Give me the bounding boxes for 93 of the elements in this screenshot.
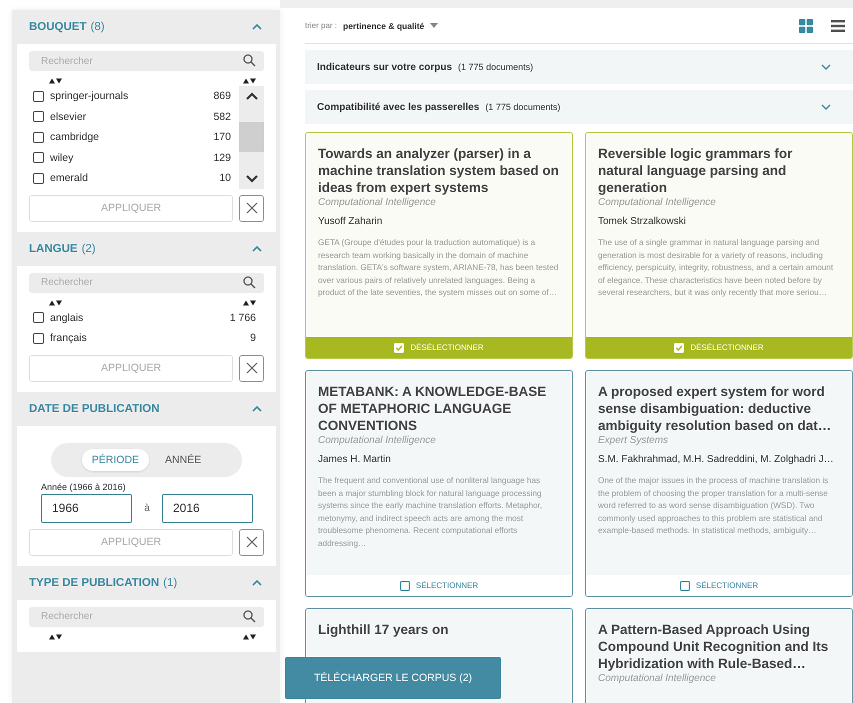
sort-icon[interactable] xyxy=(243,634,256,640)
caret-icon[interactable] xyxy=(430,23,438,28)
download-button[interactable]: TÉLÉCHARGER LE CORPUS (2) xyxy=(285,657,501,699)
facet-option-label: anglais xyxy=(50,312,84,324)
end-year-field[interactable]: 2016 xyxy=(162,494,253,522)
range-label: Année (1966 à 2016) xyxy=(41,482,127,492)
facet-option-count: 10 xyxy=(219,172,231,184)
journal-name: Computational Intelligence xyxy=(318,435,437,446)
checkbox[interactable] xyxy=(33,332,44,344)
document-title[interactable]: Towards an analyzer (parser) in a machine translation system based on ideas from expert systems xyxy=(318,145,560,196)
document-authors: S.M. Fakhrahmad, M.H. Sadreddini, M. Zolghadri J… xyxy=(598,454,835,465)
facet-option-label: wiley xyxy=(50,152,74,164)
range-separator: à xyxy=(143,502,151,514)
sort-icon[interactable] xyxy=(49,78,62,84)
facet-option-label: elsevier xyxy=(50,110,88,123)
collapsible-panel[interactable]: Indicateurs sur votre corpus (1 775 documents) xyxy=(305,50,853,84)
document-title[interactable]: Reversible logic grammars for natural language parsing and generation xyxy=(598,145,840,196)
scrollbar[interactable] xyxy=(239,86,264,188)
checkbox[interactable] xyxy=(33,132,44,143)
search-icon[interactable] xyxy=(243,610,256,622)
search-icon[interactable] xyxy=(243,54,256,67)
facet-option-label: springer-journals xyxy=(50,90,130,102)
panel-count: (1 775 documents) xyxy=(458,62,534,72)
facet-option-label: cambridge xyxy=(50,131,100,144)
select-toggle-button[interactable]: SÉLECTIONNER xyxy=(306,575,572,596)
facet-title: DATE DE PUBLICATION xyxy=(29,402,160,414)
checkbox[interactable] xyxy=(33,111,44,122)
journal-name: Computational Intelligence xyxy=(598,673,717,684)
document-title[interactable]: Lighthill 17 years on xyxy=(318,621,560,638)
document-abstract: GETA (Groupe d'études pour la traduction automatique) is a research team working basically in the domain of machine translation. GETA's software system, ARIANE-78, has been tested over various pairs of relatively unrelated languages. Being a product of the late seventies, the system misses out on some of… xyxy=(318,237,560,299)
document-abstract: One of the major issues in the process of machine translation is the problem of choosing the proper translation for a multi-sense word referred to as word sense disambiguation (WSD). Two commonly used approaches to this problem are statistical and example-based methods. In statistical methods, ambiguity… xyxy=(598,475,830,537)
clear-button[interactable] xyxy=(239,528,264,556)
select-toggle-button[interactable]: SÉLECTIONNER xyxy=(586,575,852,596)
close-icon[interactable] xyxy=(246,362,258,374)
sort-icon[interactable] xyxy=(49,634,62,640)
facet-title: LANGUE (2) xyxy=(29,242,96,254)
collapsible-panel[interactable]: Compatibilité avec les passerelles (1 775 documents) xyxy=(305,90,853,124)
chevron-icon[interactable] xyxy=(821,104,831,110)
sort-icon[interactable] xyxy=(243,300,256,306)
document-title[interactable]: A Pattern-Based Approach Using Compound Unit Recognition and Its Hybridization with Rule-Based… xyxy=(598,621,840,672)
sort-icon[interactable] xyxy=(243,78,256,84)
facet-title: TYPE DE PUBLICATION (1) xyxy=(29,576,178,588)
search-icon[interactable] xyxy=(243,276,256,288)
close-icon[interactable] xyxy=(246,536,258,548)
checkbox-icon[interactable] xyxy=(400,580,410,590)
document-authors: Tomek Strzalkowski xyxy=(598,216,687,227)
checkbox[interactable] xyxy=(33,172,44,184)
facet-title: BOUQUET (8) xyxy=(29,21,105,33)
clear-button[interactable] xyxy=(239,354,264,382)
panel-count: (1 775 documents) xyxy=(485,102,560,112)
scroll-down-icon[interactable] xyxy=(246,174,258,182)
facet-option-count: 869 xyxy=(213,90,231,102)
journal-name: Expert Systems xyxy=(598,435,670,446)
sort-label: trier par : xyxy=(305,21,338,30)
facet-option-count: 9 xyxy=(250,332,256,344)
document-title[interactable]: A proposed expert system for word sense disambiguation: deductive ambiguity resolution based on dat… xyxy=(598,383,840,434)
checkbox-icon[interactable] xyxy=(680,580,690,590)
checkbox[interactable] xyxy=(33,90,44,102)
journal-name: Computational Intelligence xyxy=(318,197,437,208)
chevron-icon[interactable] xyxy=(821,64,831,70)
sort-icon[interactable] xyxy=(49,300,62,306)
panel-title: Indicateurs sur votre corpus xyxy=(317,62,452,72)
document-abstract: The frequent and conventional use of nonliteral language has been a major stumbling block for natural language processing systems since the early machine translation efforts. Metaphor, metonymy, and indirect speech acts are among the most troublesome phenomena. Recent computational efforts addressing… xyxy=(318,475,544,550)
grid-view-icon[interactable] xyxy=(799,18,813,32)
search-field[interactable]: Rechercher xyxy=(29,272,264,292)
chevron-icon[interactable] xyxy=(252,24,262,30)
list-view-icon[interactable] xyxy=(831,20,845,32)
panel-title: Compatibilité avec les passerelles xyxy=(317,102,480,112)
search-field[interactable]: Rechercher xyxy=(29,51,264,71)
facet-option-count: 1 766 xyxy=(230,312,256,324)
chevron-icon[interactable] xyxy=(252,246,262,252)
facet-option-count: 170 xyxy=(213,131,231,144)
facet-option-count: 582 xyxy=(213,110,231,123)
document-authors: James H. Martin xyxy=(318,454,392,465)
start-year-field[interactable]: 1966 xyxy=(41,494,132,522)
chevron-icon[interactable] xyxy=(252,406,262,412)
journal-name: Computational Intelligence xyxy=(598,197,717,208)
document-authors: Yusoff Zaharin xyxy=(318,216,384,227)
clear-button[interactable] xyxy=(239,194,264,222)
facet-option-label: emerald xyxy=(50,172,89,184)
facet-option-count: 129 xyxy=(213,152,231,164)
sort-dropdown[interactable]: pertinence & qualité xyxy=(343,20,438,30)
scroll-up-icon[interactable] xyxy=(246,92,258,100)
document-abstract: The use of a single grammar in natural language parsing and generation is most desirable for a variety of reasons, including efficiency, perspicuity, integrity, robustness, and a certain amount of elegance. These characteristics have been noted before by several researchers, but it was only recently that more seriou… xyxy=(598,237,834,299)
chevron-icon[interactable] xyxy=(252,580,262,586)
document-title[interactable]: METABANK: A KNOWLEDGE-BASE OF METAPHORIC LANGUAGE CONVENTIONS xyxy=(318,383,560,434)
mode-tab[interactable]: PÉRIODE xyxy=(82,448,150,470)
search-field[interactable]: Rechercher xyxy=(29,606,264,626)
mode-tab[interactable]: ANNÉE xyxy=(155,448,212,470)
facet-option-label: français xyxy=(50,332,88,344)
checkbox[interactable] xyxy=(33,312,44,324)
checkbox[interactable] xyxy=(33,152,44,164)
close-icon[interactable] xyxy=(246,202,258,214)
